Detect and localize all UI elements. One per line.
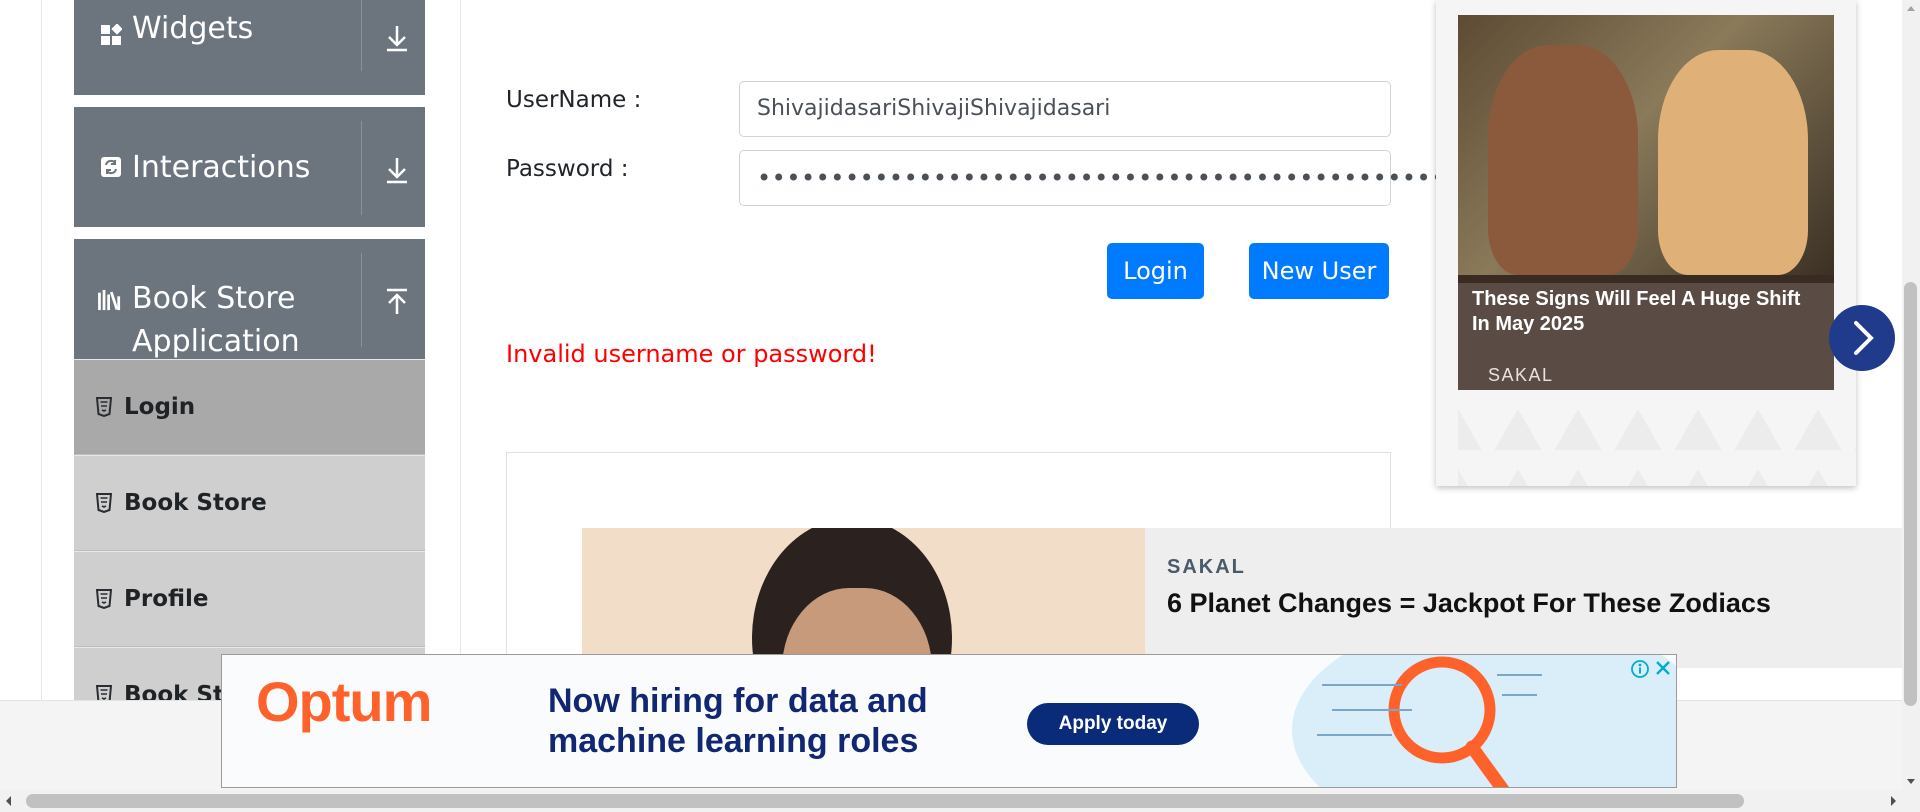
ad-info-icon[interactable] bbox=[1630, 659, 1650, 679]
sidebar-group-widgets[interactable]: Widgets bbox=[74, 0, 425, 95]
arrow-up-icon[interactable] bbox=[384, 287, 410, 317]
horizontal-scroll-thumb[interactable] bbox=[26, 794, 1744, 808]
sidebar-item-profile[interactable]: Profile bbox=[74, 551, 425, 647]
username-label: UserName : bbox=[506, 87, 642, 113]
password-input[interactable]: ••••••••••••••••••••••••••••••••••••••••… bbox=[739, 150, 1460, 206]
ad-art bbox=[1292, 655, 1676, 787]
new-user-button[interactable]: New User bbox=[1249, 243, 1389, 299]
ad-source: SAKAL bbox=[1167, 556, 1246, 578]
sidebar-group-label: Widgets bbox=[132, 11, 254, 46]
sidebar-item-book-store[interactable]: Book Store bbox=[74, 455, 425, 551]
username-input[interactable]: ShivajidasariShivajiShivajidasari bbox=[739, 81, 1391, 137]
page: { "sidebar": { "groups": [ {"label": "Wi… bbox=[0, 0, 1920, 812]
ad-image-figure-left bbox=[1488, 45, 1638, 275]
content-divider bbox=[460, 0, 461, 700]
login-button[interactable]: Login bbox=[1107, 243, 1204, 299]
native-ad[interactable]: SAKAL 6 Planet Changes = Jackpot For The… bbox=[582, 528, 1902, 668]
group-separator bbox=[361, 253, 362, 347]
banner-message: Now hiring for data and machine learning… bbox=[548, 682, 928, 760]
left-border bbox=[41, 0, 42, 700]
sidebar-item-label: Book Store bbox=[124, 490, 267, 516]
ad-headline[interactable]: 6 Planet Changes = Jackpot For These Zod… bbox=[1167, 588, 1771, 619]
sidebar-group-label: Interactions bbox=[132, 150, 311, 185]
html5-icon bbox=[96, 397, 112, 417]
magnifier-icon bbox=[1317, 656, 1542, 787]
books-icon bbox=[98, 289, 121, 311]
group-separator bbox=[361, 0, 362, 71]
error-message: Invalid username or password! bbox=[506, 340, 877, 368]
html5-icon bbox=[96, 589, 112, 609]
sidebar-group-label: Book Store bbox=[132, 281, 296, 316]
chevron-right-icon bbox=[1854, 321, 1874, 355]
scroll-down-icon[interactable] bbox=[1902, 772, 1920, 790]
vertical-scroll-thumb[interactable] bbox=[1904, 282, 1917, 706]
scroll-up-icon[interactable] bbox=[1902, 0, 1920, 18]
close-icon[interactable] bbox=[1652, 657, 1674, 679]
ad-source: SAKAL bbox=[1488, 365, 1554, 385]
group-separator bbox=[361, 121, 362, 215]
interactions-icon bbox=[101, 157, 121, 177]
sidebar-item-label: Login bbox=[124, 394, 196, 420]
sidebar-group-interactions[interactable]: Interactions bbox=[74, 107, 425, 227]
sidebar-item-login[interactable]: Login bbox=[74, 359, 425, 455]
scroll-right-icon[interactable] bbox=[1884, 790, 1902, 812]
ad-image-figure-right bbox=[1658, 50, 1808, 275]
arrow-down-icon[interactable] bbox=[384, 23, 410, 53]
optum-logo: Optum bbox=[256, 670, 432, 733]
side-ad-card[interactable]: These Signs Will Feel A Huge Shift In Ma… bbox=[1436, 0, 1856, 486]
password-label: Password : bbox=[506, 156, 629, 182]
sidebar-group-label: Application bbox=[132, 324, 300, 359]
ad-background-pattern bbox=[1458, 390, 1856, 486]
next-button[interactable] bbox=[1829, 305, 1895, 371]
widgets-icon bbox=[101, 24, 122, 45]
apply-today-button[interactable]: Apply today bbox=[1027, 703, 1199, 745]
ad-caption: These Signs Will Feel A Huge Shift In Ma… bbox=[1472, 288, 1801, 335]
ad-photo bbox=[582, 528, 1145, 668]
scroll-left-icon[interactable] bbox=[0, 790, 18, 812]
html5-icon bbox=[96, 493, 112, 513]
sidebar-group-book-store-application[interactable]: Book Store Application bbox=[74, 239, 425, 359]
banner-ad[interactable]: Optum Now hiring for data and machine le… bbox=[221, 654, 1677, 788]
arrow-down-icon[interactable] bbox=[384, 155, 410, 185]
sidebar-item-label: Profile bbox=[124, 586, 209, 612]
